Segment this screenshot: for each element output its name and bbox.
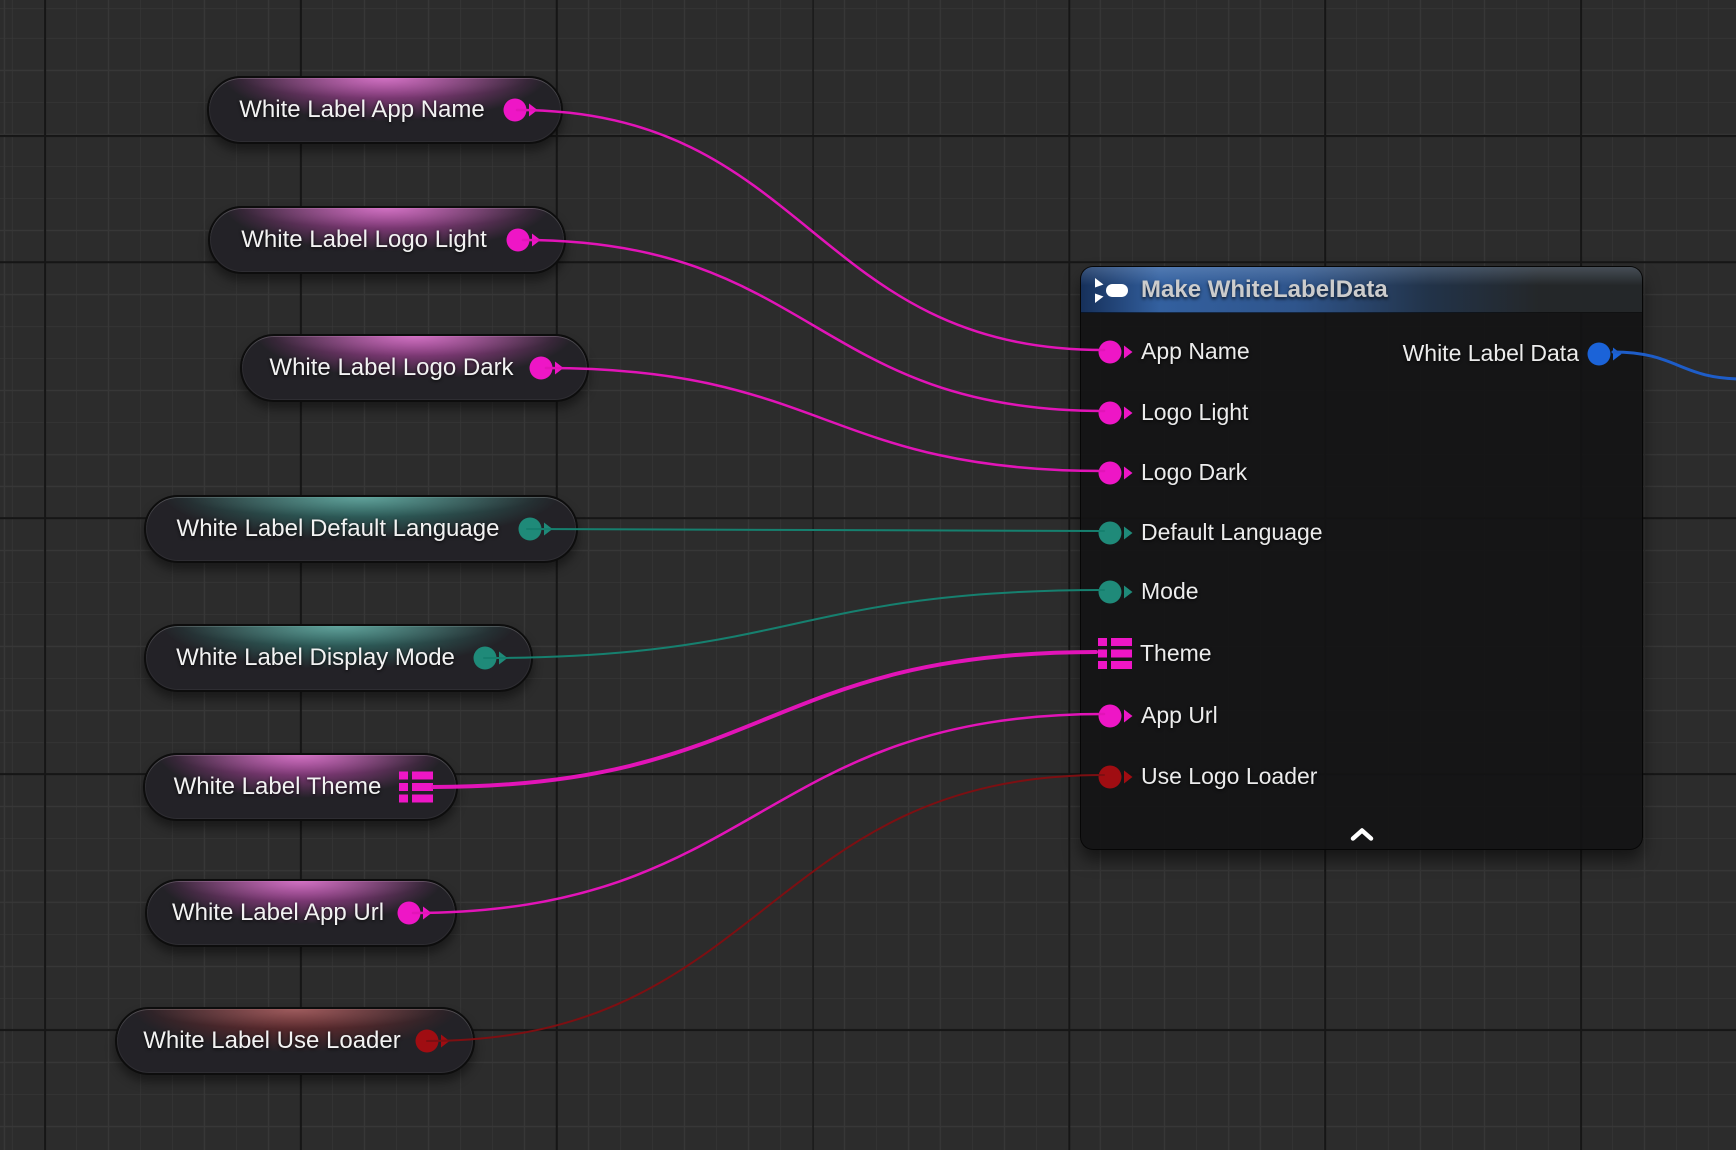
output-pin-label: White Label Data [1403, 340, 1579, 367]
circle-pin-icon [1098, 579, 1133, 605]
input-pin-label: Logo Light [1141, 399, 1248, 426]
make-whitelabeldata-node[interactable]: Make WhiteLabelData App Name Logo Light Lo… [1080, 266, 1643, 850]
input-pin-label: Theme [1140, 640, 1212, 667]
input-pin-label: Default Language [1141, 519, 1323, 546]
output-pin[interactable] [529, 355, 564, 381]
variable-node-white-label-default-language[interactable]: White Label Default Language [144, 495, 578, 563]
input-pin[interactable] [1098, 764, 1133, 790]
output-pin[interactable] [503, 97, 538, 123]
input-pin[interactable] [1098, 460, 1133, 486]
input-pin-label: App Name [1141, 338, 1250, 365]
variable-node-white-label-logo-light[interactable]: White Label Logo Light [208, 206, 566, 274]
variable-node-white-label-theme[interactable]: White Label Theme [143, 753, 458, 821]
input-pin-row-theme: Theme [1098, 638, 1212, 669]
input-pin-row-app-name: App Name [1098, 338, 1250, 365]
output-pin[interactable] [415, 1028, 450, 1054]
input-pin-label: Logo Dark [1141, 459, 1247, 486]
output-pin[interactable] [473, 645, 508, 671]
make-struct-icon [1093, 277, 1129, 304]
variable-node-label: White Label Theme [159, 773, 396, 801]
input-pin-row-app-url: App Url [1098, 702, 1218, 729]
node-header[interactable]: Make WhiteLabelData [1081, 267, 1642, 313]
variable-node-white-label-use-loader[interactable]: White Label Use Loader [115, 1007, 475, 1075]
variable-node-label: White Label Logo Dark [256, 354, 527, 382]
input-pin[interactable] [1098, 520, 1133, 546]
struct-pin-icon [1098, 638, 1132, 669]
output-pin-row-white-label-data: White Label Data [1403, 340, 1622, 367]
input-pin[interactable] [1098, 339, 1133, 365]
output-pin[interactable] [397, 900, 432, 926]
variable-node-white-label-app-url[interactable]: White Label App Url [145, 879, 457, 947]
circle-pin-icon [1098, 460, 1133, 486]
input-pin-row-use-logo-loader: Use Logo Loader [1098, 763, 1317, 790]
nodes-layer: White Label App Name White Label Logo Lig… [0, 0, 1736, 1150]
input-pin[interactable] [1098, 579, 1133, 605]
input-pin[interactable] [1098, 400, 1133, 426]
struct-pin-icon [399, 772, 433, 803]
circle-pin-icon [415, 1028, 450, 1054]
input-pin-row-default-language: Default Language [1098, 519, 1323, 546]
input-pin-label: Mode [1141, 578, 1199, 605]
input-pin[interactable] [1098, 703, 1133, 729]
output-pin[interactable] [399, 772, 433, 803]
circle-pin-icon [1098, 400, 1133, 426]
input-pin-label: App Url [1141, 702, 1218, 729]
input-pin-row-logo-light: Logo Light [1098, 399, 1248, 426]
output-pin[interactable] [518, 516, 553, 542]
variable-node-label: White Label Logo Light [224, 226, 504, 254]
chevron-up-icon [1350, 828, 1374, 841]
circle-pin-icon [397, 900, 432, 926]
circle-pin-icon [473, 645, 508, 671]
input-pin-row-mode: Mode [1098, 578, 1199, 605]
variable-node-label: White Label App Name [223, 96, 501, 124]
circle-pin-icon [503, 97, 538, 123]
variable-node-white-label-display-mode[interactable]: White Label Display Mode [144, 624, 533, 692]
circle-pin-icon [1098, 703, 1133, 729]
input-pin-label: Use Logo Loader [1141, 763, 1317, 790]
output-pin[interactable] [1587, 341, 1622, 367]
variable-node-label: White Label Use Loader [131, 1027, 413, 1055]
blueprint-graph-canvas[interactable]: White Label App Name White Label Logo Lig… [0, 0, 1736, 1150]
circle-pin-icon [506, 227, 541, 253]
circle-pin-icon [1098, 339, 1133, 365]
circle-pin-icon [1587, 341, 1622, 367]
variable-node-white-label-logo-dark[interactable]: White Label Logo Dark [240, 334, 589, 402]
variable-node-label: White Label App Url [161, 899, 395, 927]
node-title: Make WhiteLabelData [1141, 276, 1388, 304]
input-pin-row-logo-dark: Logo Dark [1098, 459, 1247, 486]
circle-pin-icon [1098, 520, 1133, 546]
circle-pin-icon [1098, 764, 1133, 790]
variable-node-label: White Label Display Mode [160, 644, 471, 672]
collapse-node-button[interactable] [1350, 828, 1374, 841]
variable-node-white-label-app-name[interactable]: White Label App Name [207, 76, 563, 144]
output-pin[interactable] [506, 227, 541, 253]
input-pin[interactable] [1098, 638, 1132, 669]
variable-node-label: White Label Default Language [160, 515, 516, 543]
circle-pin-icon [518, 516, 553, 542]
circle-pin-icon [529, 355, 564, 381]
